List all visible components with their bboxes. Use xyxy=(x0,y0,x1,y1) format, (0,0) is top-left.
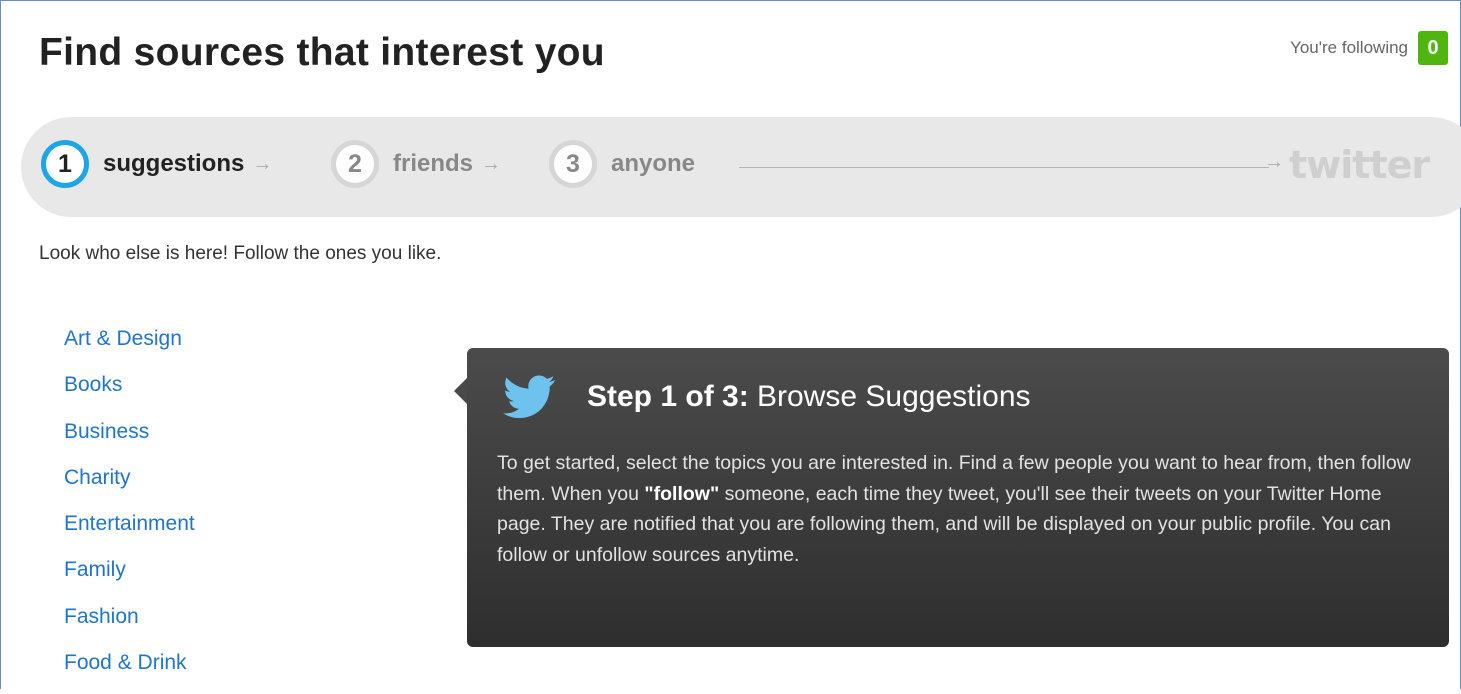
progress-line xyxy=(739,167,1269,168)
topic-list: Art & Design Books Business Charity Ente… xyxy=(64,324,195,694)
topic-link[interactable]: Family xyxy=(64,555,195,601)
tooltip-caret xyxy=(454,378,467,404)
arrow-right-icon: → xyxy=(481,152,502,175)
tooltip-heading-title: Browse Suggestions xyxy=(757,380,1031,413)
arrow-right-icon: → xyxy=(1264,151,1284,173)
topic-link[interactable]: Charity xyxy=(64,463,195,509)
tooltip-body-emphasis: "follow" xyxy=(644,482,720,505)
twitter-logo: twitter xyxy=(1289,143,1430,187)
tooltip-body: To get started, select the topics you ar… xyxy=(497,448,1417,570)
topic-link[interactable]: Food & Drink xyxy=(64,648,195,694)
topic-link[interactable]: Business xyxy=(64,417,195,463)
tooltip-heading-step: Step 1 of 3: xyxy=(587,380,749,413)
topic-link[interactable]: Entertainment xyxy=(64,509,195,555)
step-number-2: 2 xyxy=(331,140,379,188)
page-title: Find sources that interest you xyxy=(39,31,605,74)
topic-link[interactable]: Fashion xyxy=(64,602,195,648)
step-label-suggestions: suggestions xyxy=(103,150,245,177)
arrow-right-icon: → xyxy=(252,152,273,175)
twitter-bird-icon xyxy=(503,375,555,418)
step-label-anyone: anyone xyxy=(611,150,696,177)
topic-link[interactable]: Art & Design xyxy=(64,324,195,370)
onboarding-tooltip: Step 1 of 3: Browse Suggestions To get s… xyxy=(454,348,1449,647)
intro-text: Look who else is here! Follow the ones y… xyxy=(39,243,442,264)
following-count-badge[interactable]: 0 xyxy=(1418,31,1448,65)
following-label: You're following xyxy=(1290,38,1408,57)
following-counter: You're following 0 xyxy=(1290,31,1448,65)
step-friends[interactable]: 2 friends → xyxy=(331,140,501,188)
page-frame: Find sources that interest you You're fo… xyxy=(0,0,1461,689)
step-anyone[interactable]: 3 anyone xyxy=(549,140,695,188)
progress-stepbar: 1 suggestions → 2 friends → 3 anyone → t… xyxy=(21,117,1461,217)
step-number-1: 1 xyxy=(41,140,89,188)
step-suggestions[interactable]: 1 suggestions → xyxy=(41,140,272,188)
step-number-3: 3 xyxy=(549,140,597,188)
tooltip-heading: Step 1 of 3: Browse Suggestions xyxy=(587,380,1031,414)
step-label-friends: friends xyxy=(393,150,474,177)
topic-link[interactable]: Books xyxy=(64,370,195,416)
